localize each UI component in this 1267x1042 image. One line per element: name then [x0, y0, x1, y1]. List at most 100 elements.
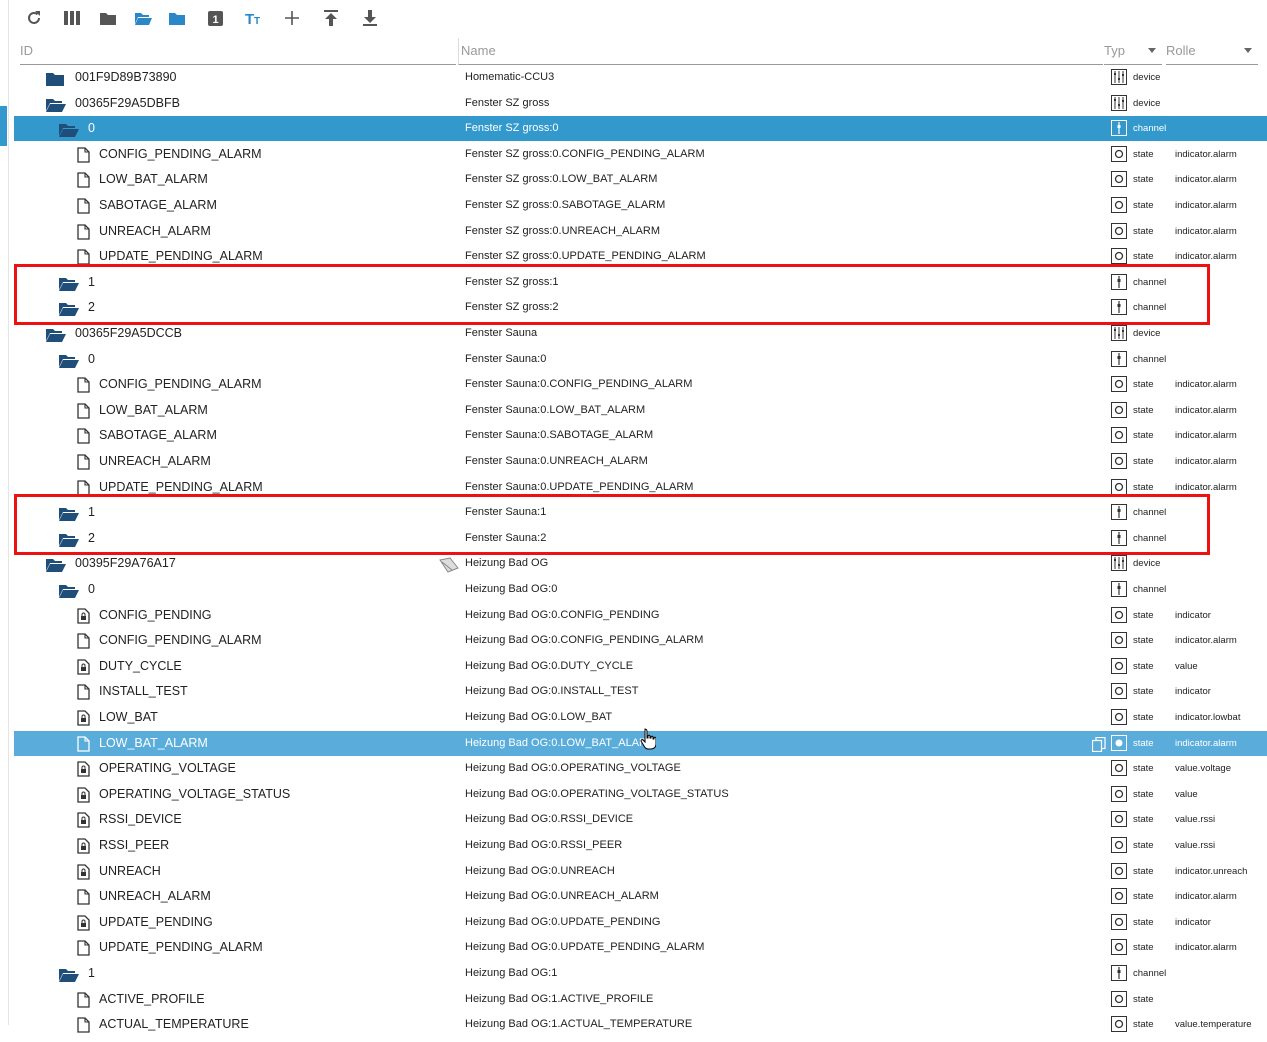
- channel-type-icon: [1111, 273, 1127, 290]
- file-icon: [77, 889, 95, 905]
- tree-row[interactable]: UNREACH_ALARM Fenster Sauna:0.UNREACH_ALA…: [14, 449, 1267, 474]
- tree-row[interactable]: CONFIG_PENDING Heizung Bad OG:0.CONFIG_PE…: [14, 603, 1267, 628]
- row-type: state: [1133, 712, 1154, 723]
- header-id-label: ID: [20, 43, 33, 58]
- rolle-dropdown-icon[interactable]: [1244, 48, 1252, 53]
- row-name: Fenster SZ gross: [465, 96, 550, 109]
- folder-open-icon[interactable]: [59, 275, 79, 291]
- tree-row[interactable]: UPDATE_PENDING_ALARM Fenster SZ gross:0.U…: [14, 244, 1267, 269]
- text-size-icon[interactable]: TT: [240, 4, 268, 32]
- folder-open-icon[interactable]: [59, 582, 79, 598]
- tree-row[interactable]: CONFIG_PENDING_ALARM Heizung Bad OG:0.CON…: [14, 628, 1267, 653]
- tree-row[interactable]: INSTALL_TEST Heizung Bad OG:0.INSTALL_TES…: [14, 679, 1267, 704]
- tree-row[interactable]: 0 Heizung Bad OG:0 channel: [14, 577, 1267, 602]
- tree-row[interactable]: CONFIG_PENDING_ALARM Fenster SZ gross:0.C…: [14, 142, 1267, 167]
- row-name: Heizung Bad OG:0.INSTALL_TEST: [465, 685, 639, 698]
- tree-row[interactable]: ACTIVE_PROFILE Heizung Bad OG:1.ACTIVE_PR…: [14, 987, 1267, 1012]
- download-icon[interactable]: [356, 4, 384, 32]
- row-id: DUTY_CYCLE: [99, 658, 182, 673]
- upload-icon[interactable]: [317, 4, 345, 32]
- plus-icon[interactable]: [278, 4, 306, 32]
- file-icon: [77, 377, 95, 393]
- tree-row[interactable]: 1 Heizung Bad OG:1 channel: [14, 961, 1267, 986]
- folder-open-icon[interactable]: [59, 121, 79, 138]
- row-type: state: [1133, 225, 1154, 237]
- row-type: state: [1133, 200, 1154, 211]
- tree-row[interactable]: UNREACH_ALARM Heizung Bad OG:0.UNREACH_AL…: [14, 884, 1267, 909]
- file-lock-icon: [77, 787, 95, 803]
- row-type: channel: [1133, 123, 1167, 135]
- tree-row[interactable]: RSSI_PEER Heizung Bad OG:0.RSSI_PEER state…: [14, 833, 1267, 858]
- tree-row[interactable]: 00365F29A5DBFB Fenster SZ gross device: [14, 91, 1267, 116]
- row-name: Heizung Bad OG:1.ACTIVE_PROFILE: [465, 992, 654, 1005]
- row-id: 1: [88, 274, 95, 289]
- folder-open-icon[interactable]: [46, 556, 66, 573]
- tree-row[interactable]: 00365F29A5DCCB Fenster Sauna device: [14, 321, 1267, 346]
- row-type: state: [1133, 404, 1154, 416]
- tree-row[interactable]: SABOTAGE_ALARM Fenster Sauna:0.SABOTAGE_A…: [14, 423, 1267, 448]
- tree-row[interactable]: RSSI_DEVICE Heizung Bad OG:0.RSSI_DEVICE s…: [14, 807, 1267, 832]
- folder-filled-icon[interactable]: [163, 4, 191, 32]
- row-type: channel: [1133, 507, 1167, 519]
- tree-row[interactable]: CONFIG_PENDING_ALARM Fenster Sauna:0.CONF…: [14, 372, 1267, 397]
- folder-open-icon[interactable]: [59, 352, 79, 368]
- folder-icon[interactable]: [46, 70, 64, 86]
- tree-row[interactable]: LOW_BAT_ALARM Fenster Sauna:0.LOW_BAT_ALA…: [14, 398, 1267, 423]
- state-type-icon: [1111, 222, 1127, 239]
- tree-row[interactable]: 1 Fenster Sauna:1 channel: [14, 500, 1267, 525]
- folder-open-icon[interactable]: [59, 966, 79, 982]
- row-id: SABOTAGE_ALARM: [99, 198, 217, 212]
- state-type-icon: [1111, 248, 1127, 265]
- tree-row[interactable]: LOW_BAT_ALARM Fenster SZ gross:0.LOW_BAT_…: [14, 167, 1267, 192]
- header-typ[interactable]: Typ: [1104, 38, 1162, 65]
- folder-closed-icon[interactable]: [94, 4, 122, 32]
- tree-row[interactable]: OPERATING_VOLTAGE Heizung Bad OG:0.OPERAT…: [14, 756, 1267, 781]
- tree-row[interactable]: UNREACH_ALARM Fenster SZ gross:0.UNREACH_…: [14, 219, 1267, 244]
- copy-icon[interactable]: [1091, 736, 1106, 752]
- tree-row[interactable]: UPDATE_PENDING Heizung Bad OG:0.UPDATE_PE…: [14, 910, 1267, 935]
- channel-type-icon: [1111, 350, 1127, 367]
- tree-row[interactable]: 001F9D89B73890 Homematic-CCU3 device: [14, 65, 1267, 90]
- folder-open-icon[interactable]: [129, 4, 157, 32]
- tree-row[interactable]: UPDATE_PENDING_ALARM Fenster Sauna:0.UPDA…: [14, 475, 1267, 500]
- typ-dropdown-icon[interactable]: [1148, 48, 1156, 53]
- row-name: Fenster SZ gross:0.UNREACH_ALARM: [465, 224, 660, 237]
- header-name[interactable]: Name: [458, 38, 1103, 65]
- tree-row[interactable]: 00395F29A76A17 Heizung Bad OG device: [14, 551, 1267, 576]
- hand-cursor-icon: [640, 728, 656, 750]
- tree-row[interactable]: 0 Fenster Sauna:0 channel: [14, 347, 1267, 372]
- tree-row[interactable]: DUTY_CYCLE Heizung Bad OG:0.DUTY_CYCLE sta…: [14, 654, 1267, 679]
- tree-row[interactable]: 2 Fenster SZ gross:2 channel: [14, 295, 1267, 320]
- row-name: Fenster SZ gross:0.CONFIG_PENDING_ALARM: [465, 147, 705, 160]
- tree-row[interactable]: 2 Fenster Sauna:2 channel: [14, 526, 1267, 551]
- folder-open-icon[interactable]: [59, 300, 79, 317]
- folder-open-icon[interactable]: [59, 505, 79, 522]
- file-icon: [77, 633, 95, 649]
- refresh-icon[interactable]: [20, 4, 48, 32]
- tree-row[interactable]: 1 Fenster SZ gross:1 channel: [14, 270, 1267, 295]
- svg-text:1: 1: [212, 14, 218, 26]
- file-icon: [77, 735, 95, 752]
- tree-row[interactable]: UPDATE_PENDING_ALARM Heizung Bad OG:0.UPD…: [14, 935, 1267, 960]
- row-type: state: [1133, 686, 1154, 698]
- row-type: state: [1133, 916, 1154, 928]
- columns-icon[interactable]: [58, 4, 86, 32]
- folder-open-icon[interactable]: [46, 96, 66, 112]
- tree-row[interactable]: OPERATING_VOLTAGE_STATUS Heizung Bad OG:0…: [14, 782, 1267, 807]
- row-role: indicator.alarm: [1175, 148, 1237, 160]
- tree-row[interactable]: 0 Fenster SZ gross:0 channel: [14, 116, 1267, 142]
- file-icon: [77, 940, 95, 957]
- row-name: Heizung Bad OG:0: [465, 583, 558, 595]
- row-type: state: [1133, 481, 1154, 493]
- tree-row[interactable]: SABOTAGE_ALARM Fenster SZ gross:0.SABOTAG…: [14, 193, 1267, 218]
- counter-icon[interactable]: 1: [201, 4, 229, 32]
- tree-row[interactable]: LOW_BAT Heizung Bad OG:0.LOW_BAT state indi…: [14, 705, 1267, 730]
- header-rolle[interactable]: Rolle: [1166, 38, 1258, 65]
- tree-row[interactable]: UNREACH Heizung Bad OG:0.UNREACH state indi…: [14, 859, 1267, 884]
- row-name: Heizung Bad OG:0.OPERATING_VOLTAGE_STATU…: [465, 787, 729, 800]
- header-id[interactable]: ID: [20, 38, 456, 65]
- folder-open-icon[interactable]: [46, 326, 66, 342]
- row-name: Fenster Sauna:0.LOW_BAT_ALARM: [465, 403, 646, 416]
- row-id: 0: [88, 351, 95, 366]
- folder-open-icon[interactable]: [59, 531, 79, 547]
